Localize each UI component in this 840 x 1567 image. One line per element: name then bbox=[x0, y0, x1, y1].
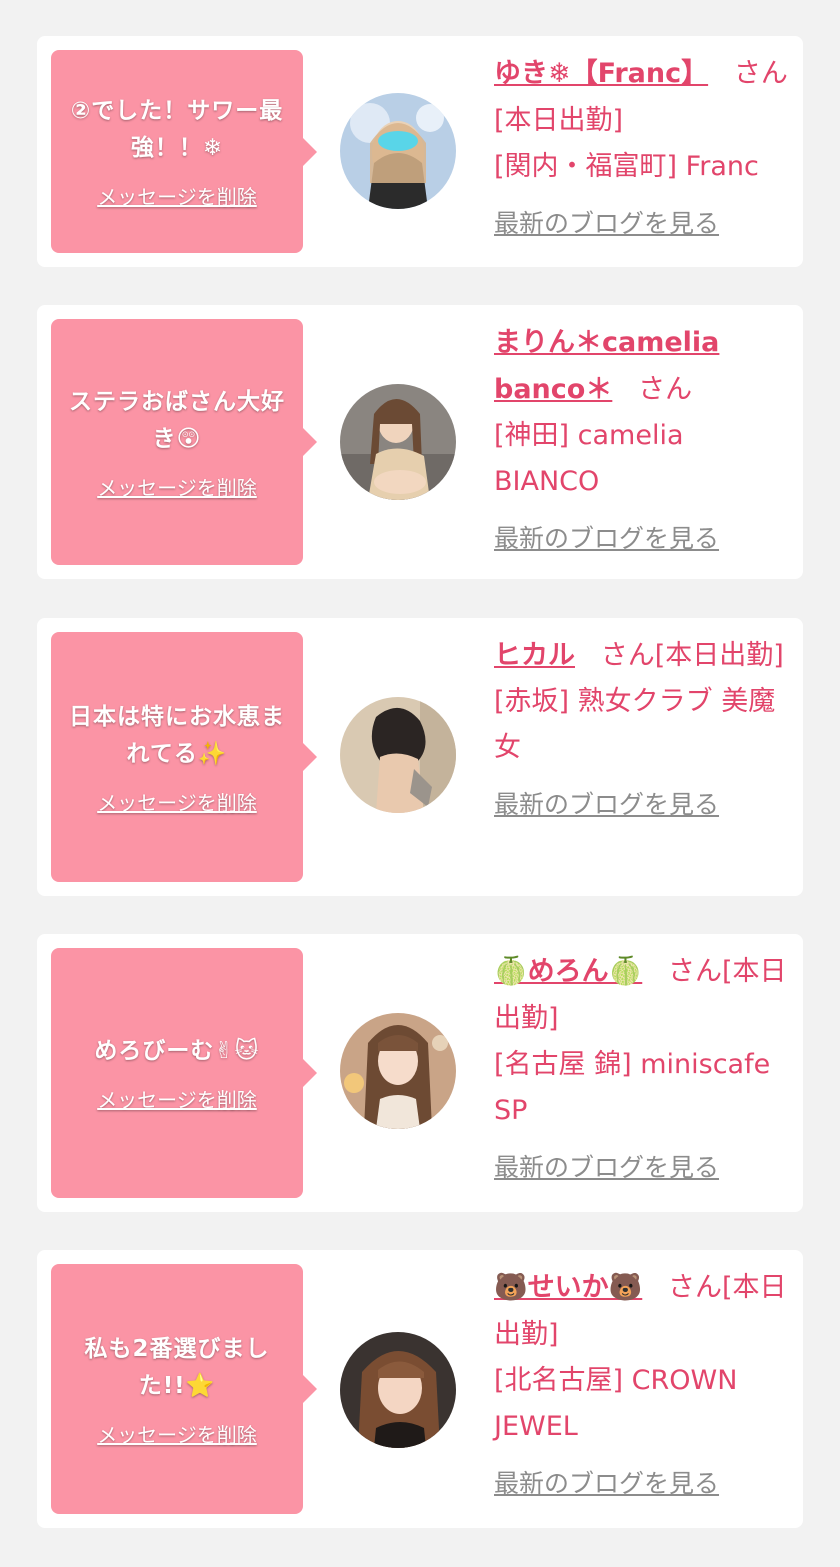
cast-status: さん bbox=[638, 374, 693, 405]
cast-name-line: まりん＊camelia banco＊ さん bbox=[494, 319, 790, 413]
cast-name-link[interactable]: ゆき❄【Franc】 bbox=[494, 58, 708, 89]
delete-message-link[interactable]: メッセージを削除 bbox=[97, 472, 257, 501]
cast-card: ②でした！サワー最強！！❄ メッセージを削除 ゆき❄【Franc】 さん[本日出… bbox=[37, 36, 803, 267]
message-bubble: 私も2番選びました!!⭐ メッセージを削除 bbox=[51, 1264, 317, 1514]
cast-name-line: ゆき❄【Franc】 さん[本日出勤] bbox=[494, 50, 790, 144]
cast-info: まりん＊camelia banco＊ さん [神田] camelia BIANC… bbox=[494, 319, 790, 555]
avatar[interactable] bbox=[340, 1013, 456, 1129]
delete-message-link[interactable]: メッセージを削除 bbox=[97, 1084, 257, 1113]
cast-name-link[interactable]: 🍈めろん🍈 bbox=[494, 956, 642, 987]
cast-card: ステラおばさん大好き😲 メッセージを削除 まりん＊camelia banco＊ … bbox=[37, 305, 803, 579]
latest-blog-link[interactable]: 最新のブログを見る bbox=[494, 1464, 719, 1500]
shop-info: [赤坂] 熟女クラブ 美魔女 bbox=[494, 686, 776, 763]
cast-name-line: 🐻せいか🐻 さん[本日出勤] bbox=[494, 1264, 790, 1358]
message-text: ステラおばさん大好き😲 bbox=[69, 388, 285, 452]
cast-info: ヒカル さん[本日出勤] [赤坂] 熟女クラブ 美魔女 最新のブログを見る bbox=[494, 632, 790, 821]
cast-name-line: 🍈めろん🍈 さん[本日出勤] bbox=[494, 948, 790, 1042]
message-bubble: 日本は特にお水恵まれてる✨ メッセージを削除 bbox=[51, 632, 317, 882]
avatar[interactable] bbox=[340, 93, 456, 209]
shop-info: [名古屋 錦] miniscafe SP bbox=[494, 1049, 771, 1126]
avatar[interactable] bbox=[340, 1332, 456, 1448]
message-text: めろびーむ✌🐱 bbox=[94, 1038, 260, 1064]
latest-blog-link[interactable]: 最新のブログを見る bbox=[494, 204, 719, 240]
message-text: 日本は特にお水恵まれてる✨ bbox=[69, 703, 285, 767]
message-bubble: ステラおばさん大好き😲 メッセージを削除 bbox=[51, 319, 317, 565]
cast-name-link[interactable]: 🐻せいか🐻 bbox=[494, 1272, 642, 1303]
delete-message-link[interactable]: メッセージを削除 bbox=[97, 1419, 257, 1448]
delete-message-link[interactable]: メッセージを削除 bbox=[97, 181, 257, 210]
cast-status: さん[本日出勤] bbox=[600, 640, 784, 671]
cast-name-line: ヒカル さん[本日出勤] bbox=[494, 632, 790, 679]
latest-blog-link[interactable]: 最新のブログを見る bbox=[494, 785, 719, 821]
cast-card: めろびーむ✌🐱 メッセージを削除 🍈めろん🍈 さん[本日出勤] [名古屋 錦] … bbox=[37, 934, 803, 1212]
shop-info: [関内・福富町] Franc bbox=[494, 151, 759, 182]
delete-message-link[interactable]: メッセージを削除 bbox=[97, 787, 257, 816]
avatar[interactable] bbox=[340, 384, 456, 500]
cast-info: 🍈めろん🍈 さん[本日出勤] [名古屋 錦] miniscafe SP 最新のブ… bbox=[494, 948, 790, 1184]
message-bubble: ②でした！サワー最強！！❄ メッセージを削除 bbox=[51, 50, 317, 253]
latest-blog-link[interactable]: 最新のブログを見る bbox=[494, 519, 719, 555]
message-text: 私も2番選びました!!⭐ bbox=[84, 1335, 270, 1399]
avatar[interactable] bbox=[340, 697, 456, 813]
message-text: ②でした！サワー最強！！❄ bbox=[70, 98, 284, 161]
cast-card: 私も2番選びました!!⭐ メッセージを削除 🐻せいか🐻 さん[本日出勤] [北名… bbox=[37, 1250, 803, 1528]
message-bubble: めろびーむ✌🐱 メッセージを削除 bbox=[51, 948, 317, 1198]
cast-info: ゆき❄【Franc】 さん[本日出勤] [関内・福富町] Franc 最新のブロ… bbox=[494, 50, 790, 240]
cast-card: 日本は特にお水恵まれてる✨ メッセージを削除 ヒカル さん[本日出勤] [赤坂]… bbox=[37, 618, 803, 896]
latest-blog-link[interactable]: 最新のブログを見る bbox=[494, 1148, 719, 1184]
cast-info: 🐻せいか🐻 さん[本日出勤] [北名古屋] CROWN JEWEL 最新のブログ… bbox=[494, 1264, 790, 1500]
cast-name-link[interactable]: ヒカル bbox=[494, 640, 575, 671]
shop-info: [神田] camelia BIANCO bbox=[494, 420, 684, 497]
shop-info: [北名古屋] CROWN JEWEL bbox=[494, 1365, 738, 1442]
